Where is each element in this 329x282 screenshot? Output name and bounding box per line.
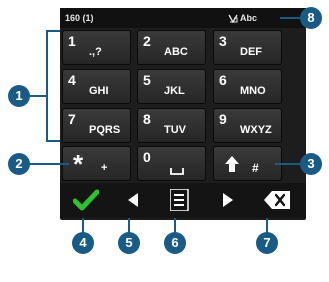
- key-number: 1: [68, 33, 76, 49]
- key-number: 0: [143, 149, 151, 165]
- key-letters: GHI: [89, 85, 109, 97]
- text-input-indicator-icon: [228, 14, 238, 23]
- callout-line-1: [30, 95, 47, 97]
- key-number: 3: [219, 33, 227, 49]
- star-key[interactable]: * +: [62, 146, 131, 181]
- accept-button[interactable]: [64, 183, 109, 218]
- key-number: 2: [143, 33, 151, 49]
- callout-badge-5: 5: [118, 232, 140, 254]
- key-9[interactable]: 9 WXYZ: [213, 108, 282, 143]
- key-letters: WXYZ: [240, 124, 272, 136]
- cursor-right-button[interactable]: [208, 183, 248, 218]
- menu-icon: [170, 189, 189, 211]
- shift-key[interactable]: #: [213, 146, 282, 181]
- key-4[interactable]: 4 GHI: [62, 69, 131, 104]
- key-letters: JKL: [164, 85, 185, 97]
- zero-space-key[interactable]: 0: [137, 146, 206, 181]
- key-letters: MNO: [240, 85, 266, 97]
- key-letters: .,?: [89, 46, 102, 58]
- callout-badge-3: 3: [300, 153, 322, 175]
- key-number: 6: [219, 72, 227, 88]
- key-letters: DEF: [240, 46, 262, 58]
- backspace-button[interactable]: [254, 183, 302, 218]
- character-counter: 160 (1): [65, 13, 94, 23]
- star-symbol: *: [73, 149, 84, 179]
- callout-badge-6: 6: [164, 232, 186, 254]
- key-7[interactable]: 7 PQRS: [62, 108, 131, 143]
- options-menu-button[interactable]: [162, 183, 202, 218]
- callout-bracket-1: [46, 30, 48, 142]
- callout-badge-1: 1: [8, 85, 30, 107]
- callout-badge-7: 7: [256, 232, 278, 254]
- callout-line-3: [275, 163, 303, 165]
- arrow-right-icon: [223, 193, 233, 207]
- input-mode-indicator: Abc: [240, 13, 258, 23]
- callout-badge-4: 4: [72, 232, 94, 254]
- callout-badge-2: 2: [8, 153, 30, 175]
- callout-bracket-1-top: [46, 30, 60, 32]
- key-3[interactable]: 3 DEF: [213, 30, 282, 65]
- toolbar: [60, 183, 306, 218]
- key-letters: PQRS: [89, 124, 121, 136]
- backspace-icon: [264, 191, 290, 209]
- plus-symbol: +: [101, 162, 108, 174]
- key-letters: TUV: [164, 124, 186, 136]
- arrow-left-icon: [128, 193, 138, 207]
- key-letters: ABC: [164, 46, 188, 58]
- checkmark-icon: [73, 189, 99, 211]
- cursor-left-button[interactable]: [114, 183, 154, 218]
- key-1[interactable]: 1 .,?: [62, 30, 131, 65]
- key-6[interactable]: 6 MNO: [213, 69, 282, 104]
- hash-symbol: #: [252, 161, 259, 175]
- callout-badge-8: 8: [300, 7, 322, 29]
- key-number: 9: [219, 111, 227, 127]
- callout-bracket-1-bottom: [46, 140, 60, 142]
- status-bar: 160 (1) Abc: [60, 8, 306, 28]
- callout-line-2: [29, 163, 69, 165]
- shift-arrow-icon: [225, 156, 239, 172]
- key-number: 7: [68, 111, 76, 127]
- key-number: 4: [68, 72, 76, 88]
- key-8[interactable]: 8 TUV: [137, 108, 206, 143]
- key-number: 5: [143, 72, 151, 88]
- key-2[interactable]: 2 ABC: [137, 30, 206, 65]
- key-number: 8: [143, 111, 151, 127]
- key-5[interactable]: 5 JKL: [137, 69, 206, 104]
- space-icon: [170, 168, 184, 175]
